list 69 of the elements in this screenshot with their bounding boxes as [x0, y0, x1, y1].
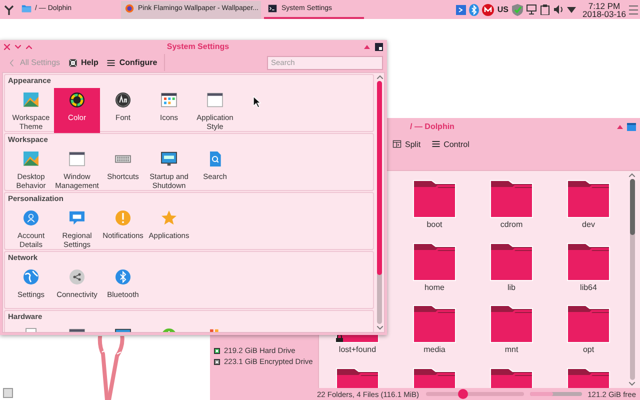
window-icon [205, 90, 225, 110]
folder-item[interactable]: home [396, 242, 473, 304]
browser-icon [124, 3, 135, 14]
app-tray-icon[interactable] [456, 4, 466, 14]
locked-drive-icon [213, 358, 221, 366]
display-icon[interactable] [526, 4, 537, 15]
caret-down-icon[interactable] [566, 6, 576, 12]
folder-item[interactable]: mnt [473, 304, 550, 366]
speaker-icon[interactable] [552, 4, 564, 15]
mouse-pointer-icon [253, 96, 261, 108]
scroll-down-icon[interactable] [629, 382, 635, 386]
lock-icon [336, 334, 343, 342]
scroll-up-icon[interactable] [629, 173, 635, 177]
free-space-bar [530, 392, 582, 396]
folder-icon [566, 242, 612, 282]
folder-icon [412, 304, 458, 344]
maximize-icon[interactable] [26, 44, 32, 48]
terminal-window-icon [267, 3, 278, 14]
clipboard-icon[interactable] [540, 4, 550, 15]
toolbar-button[interactable]: Control [428, 137, 472, 151]
toolbar-button[interactable]: Configure [103, 56, 160, 70]
folder-icon [412, 179, 458, 219]
folder-item[interactable]: opt [550, 304, 627, 366]
keyboard-layout[interactable]: US [497, 5, 509, 14]
scroll-up-icon[interactable] [376, 75, 382, 79]
launcher-icon[interactable] [3, 4, 15, 16]
window-icon [67, 149, 87, 169]
folder-item[interactable]: lib64 [550, 242, 627, 304]
show-desktop-icon[interactable] [3, 388, 13, 398]
folder-item[interactable]: dev [550, 179, 627, 242]
folder-icon [488, 304, 534, 344]
close-icon[interactable] [4, 44, 10, 50]
menu-icon [106, 58, 116, 68]
mail-circle-icon[interactable] [482, 4, 494, 16]
folder-item[interactable]: boot [396, 179, 473, 242]
scrollbar[interactable] [627, 171, 637, 388]
dark-circle-icon [113, 90, 133, 110]
hard-drive-icon [213, 346, 221, 354]
folder-icon [21, 3, 32, 14]
window-title: / — Dolphin [410, 122, 456, 131]
window-title: System Settings [166, 42, 230, 51]
bluetooth-icon [113, 267, 133, 287]
bluetooth-icon[interactable] [469, 4, 480, 16]
folder-icon [488, 242, 534, 282]
user-icon [21, 208, 41, 228]
folder-icon [488, 179, 534, 219]
toolbar-button[interactable]: Help [65, 56, 102, 70]
folder-icon [566, 179, 612, 219]
folder-item[interactable]: lib [473, 242, 550, 304]
folder-item[interactable]: media [396, 304, 473, 366]
toolbar-button[interactable]: Split [390, 137, 423, 151]
app-menu-icon[interactable] [375, 42, 383, 50]
scrollbar[interactable] [375, 73, 384, 332]
menu-icon [430, 139, 441, 149]
folder-icon [412, 242, 458, 282]
keep-above-icon[interactable] [364, 44, 370, 49]
split-view-icon [392, 139, 402, 149]
clock[interactable]: 7:12 PM 2018-03-16 [582, 2, 626, 18]
folder-item[interactable]: cdrom [473, 179, 550, 242]
share-icon [67, 267, 87, 287]
app-grid-icon [159, 90, 179, 110]
scroll-down-icon[interactable] [376, 326, 382, 330]
minimize-icon[interactable] [15, 44, 21, 48]
exclamation-circle-icon [113, 208, 133, 228]
color-wheel-icon [67, 90, 87, 110]
folder-icon [566, 304, 612, 344]
globe-icon [21, 267, 41, 287]
shield-check-icon[interactable] [512, 4, 523, 16]
keep-above-icon[interactable] [617, 124, 623, 129]
